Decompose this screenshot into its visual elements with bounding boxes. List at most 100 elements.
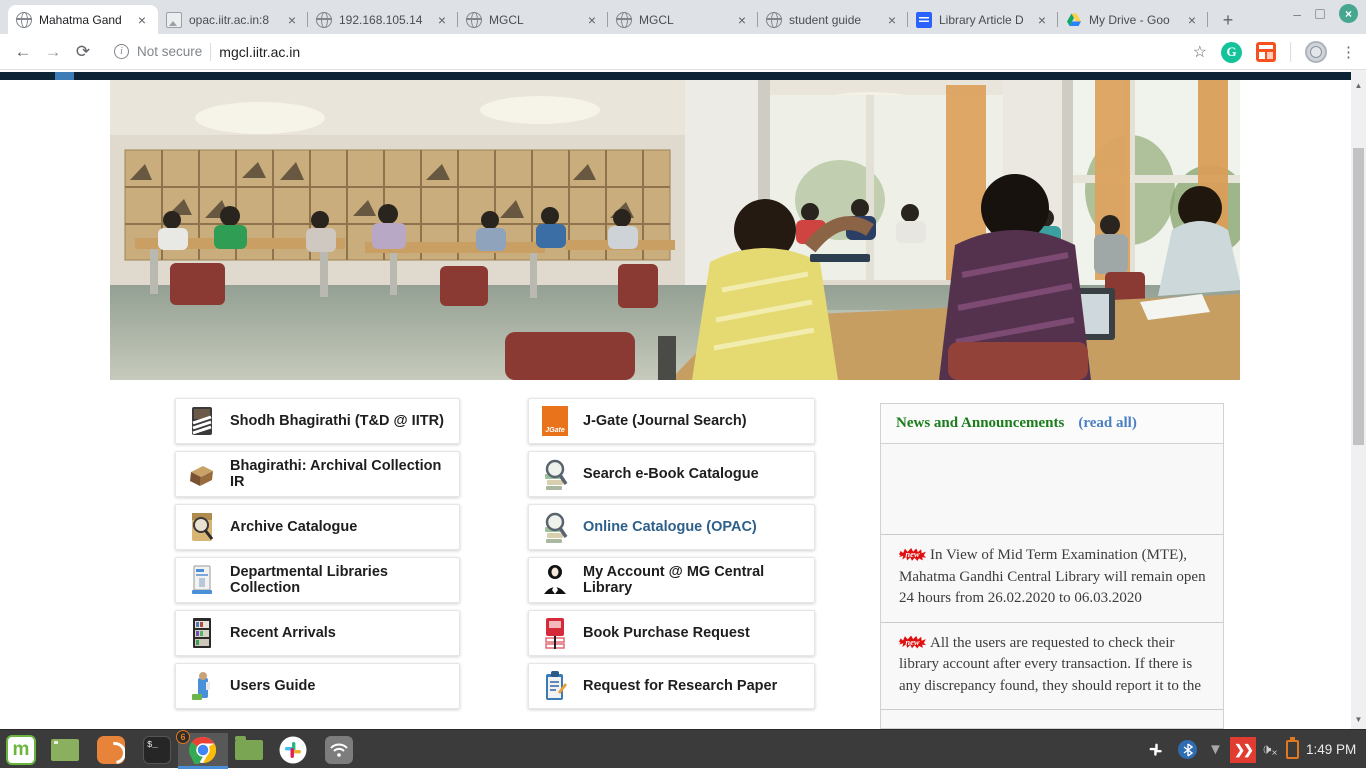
back-icon[interactable]: ←	[8, 42, 38, 62]
tab-student-guide[interactable]: student guide ×	[758, 5, 908, 34]
anydesk-tray-icon[interactable]: ❯❯	[1230, 736, 1256, 763]
wifi-icon	[325, 736, 353, 764]
news-item[interactable]: newAll the users are requested to check …	[881, 622, 1223, 711]
firefox-icon	[97, 736, 125, 764]
mint-menu-button[interactable]: m	[4, 733, 38, 766]
page-scrollbar[interactable]: ▲ ▼	[1351, 70, 1366, 729]
archive-catalogue-button[interactable]: Archive Catalogue	[175, 504, 460, 550]
jgate-button[interactable]: JGate J-Gate (Journal Search)	[528, 398, 815, 444]
tab-close-icon[interactable]: ×	[734, 12, 750, 28]
tab-ip-address[interactable]: 192.168.105.14 ×	[308, 5, 458, 34]
url-text[interactable]: mgcl.iitr.ac.in	[219, 44, 300, 60]
navbar-active-item[interactable]	[55, 72, 74, 80]
network-tool-launcher[interactable]	[322, 733, 356, 766]
jgate-icon: JGate	[542, 406, 568, 436]
slack-launcher[interactable]	[276, 733, 310, 766]
read-all-link[interactable]: (read all)	[1078, 415, 1136, 432]
books-magnifier-icon	[542, 511, 568, 543]
desktop-icon	[51, 739, 79, 761]
terminal-launcher[interactable]: $_	[140, 733, 174, 766]
tab-mgcl-2[interactable]: MGCL ×	[608, 5, 758, 34]
linux-mint-icon: m	[6, 735, 36, 765]
departmental-libraries-button[interactable]: Departmental Libraries Collection	[175, 557, 460, 603]
shodh-bhagirathi-button[interactable]: Shodh Bhagirathi (T&D @ IITR)	[175, 398, 460, 444]
terminal-icon: $_	[143, 736, 171, 764]
library-hall-photo	[110, 80, 1240, 380]
window-controls: – ×	[1293, 4, 1358, 23]
tab-close-icon[interactable]: ×	[1184, 12, 1200, 28]
tab-close-icon[interactable]: ×	[284, 12, 300, 28]
tab-opac[interactable]: opac.iitr.ac.in:8 ×	[158, 5, 308, 34]
news-announcements-panel: News and Announcements (read all) newIn …	[880, 403, 1224, 729]
forward-icon[interactable]: →	[38, 42, 68, 62]
taskbar-clock[interactable]: 1:49 PM	[1306, 730, 1356, 769]
reload-icon[interactable]: ⟳	[68, 42, 98, 62]
scroll-up-arrow-icon[interactable]: ▲	[1351, 78, 1366, 93]
tab-close-icon[interactable]: ×	[434, 12, 450, 28]
online-catalogue-opac-button[interactable]: Online Catalogue (OPAC)	[528, 504, 815, 550]
chrome-menu-icon[interactable]: ⋮	[1341, 43, 1356, 61]
clipboard-pencil-icon	[542, 670, 568, 702]
kiosk-icon	[189, 564, 215, 596]
desktop-taskbar: m $_ 6	[0, 729, 1366, 768]
browser-toolbar: ← → ⟳ i Not secure mgcl.iitr.ac.in ☆ G ⋮	[0, 34, 1366, 70]
tab-close-icon[interactable]: ×	[134, 12, 150, 28]
globe-favicon	[766, 12, 782, 28]
news-item[interactable]: newIn View of Mid Term Examination (MTE)…	[881, 534, 1223, 622]
tab-close-icon[interactable]: ×	[884, 12, 900, 28]
bhagirathi-archival-button[interactable]: Bhagirathi: Archival Collection IR	[175, 451, 460, 497]
toolbar-separator	[1290, 42, 1291, 62]
globe-favicon	[316, 12, 332, 28]
extension-icon[interactable]	[1256, 42, 1276, 62]
scrollbar-thumb[interactable]	[1353, 148, 1364, 445]
address-separator	[210, 43, 211, 61]
bookshelf-icon	[189, 617, 215, 649]
volume-muted-tray-icon[interactable]: 🕩	[1262, 736, 1271, 763]
window-close-button[interactable]: ×	[1339, 4, 1358, 23]
window-restore-button[interactable]	[1315, 9, 1325, 19]
card-magnifier-icon	[189, 511, 215, 543]
globe-favicon	[616, 12, 632, 28]
tab-mahatma-gandhi-library[interactable]: Mahatma Gand ×	[8, 5, 158, 34]
address-bar[interactable]: i Not secure mgcl.iitr.ac.in	[114, 43, 300, 61]
window-minimize-button[interactable]: –	[1293, 6, 1301, 22]
book-purchase-button[interactable]: Book Purchase Request	[528, 610, 815, 656]
red-book-icon	[542, 617, 568, 649]
show-desktop-button[interactable]	[48, 733, 82, 766]
users-guide-button[interactable]: Users Guide	[175, 663, 460, 709]
info-icon[interactable]: i	[114, 44, 129, 59]
tab-library-article[interactable]: Library Article D ×	[908, 5, 1058, 34]
library-photo-illustration	[110, 80, 1240, 380]
new-tab-button[interactable]: +	[1214, 6, 1242, 34]
file-manager-launcher[interactable]	[232, 733, 266, 766]
tab-my-drive[interactable]: My Drive - Goo ×	[1058, 5, 1208, 34]
image-favicon	[166, 12, 182, 28]
wifi-tray-icon[interactable]: ▼	[1208, 736, 1223, 763]
google-docs-favicon	[916, 12, 932, 28]
chrome-taskbar-button[interactable]: 6	[178, 733, 228, 766]
archive-box-icon	[189, 458, 215, 490]
recent-arrivals-button[interactable]: Recent Arrivals	[175, 610, 460, 656]
firefox-launcher[interactable]	[94, 733, 128, 766]
scroll-down-arrow-icon[interactable]: ▼	[1351, 712, 1366, 727]
battery-tray-icon[interactable]	[1286, 736, 1299, 763]
books-magnifier-icon	[542, 458, 568, 490]
tab-close-icon[interactable]: ×	[1034, 12, 1050, 28]
bluetooth-tray-icon[interactable]	[1178, 736, 1197, 763]
chrome-tab-count-badge: 6	[176, 730, 190, 744]
slack-tray-icon[interactable]	[1146, 736, 1166, 763]
bookmark-star-icon[interactable]: ☆	[1193, 42, 1207, 62]
folder-icon	[235, 740, 263, 760]
profile-avatar[interactable]	[1305, 41, 1327, 63]
guide-person-icon	[189, 670, 215, 702]
security-label: Not secure	[137, 44, 202, 59]
news-item-text: All the users are requested to check the…	[899, 635, 1201, 694]
grammarly-extension-icon[interactable]: G	[1221, 42, 1242, 63]
my-account-button[interactable]: My Account @ MG Central Library	[528, 557, 815, 603]
tab-mgcl-1[interactable]: MGCL ×	[458, 5, 608, 34]
request-research-paper-button[interactable]: Request for Research Paper	[528, 663, 815, 709]
new-badge-icon: new	[899, 548, 926, 561]
tab-close-icon[interactable]: ×	[584, 12, 600, 28]
search-ebook-button[interactable]: Search e-Book Catalogue	[528, 451, 815, 497]
new-badge-icon: new	[899, 636, 926, 649]
